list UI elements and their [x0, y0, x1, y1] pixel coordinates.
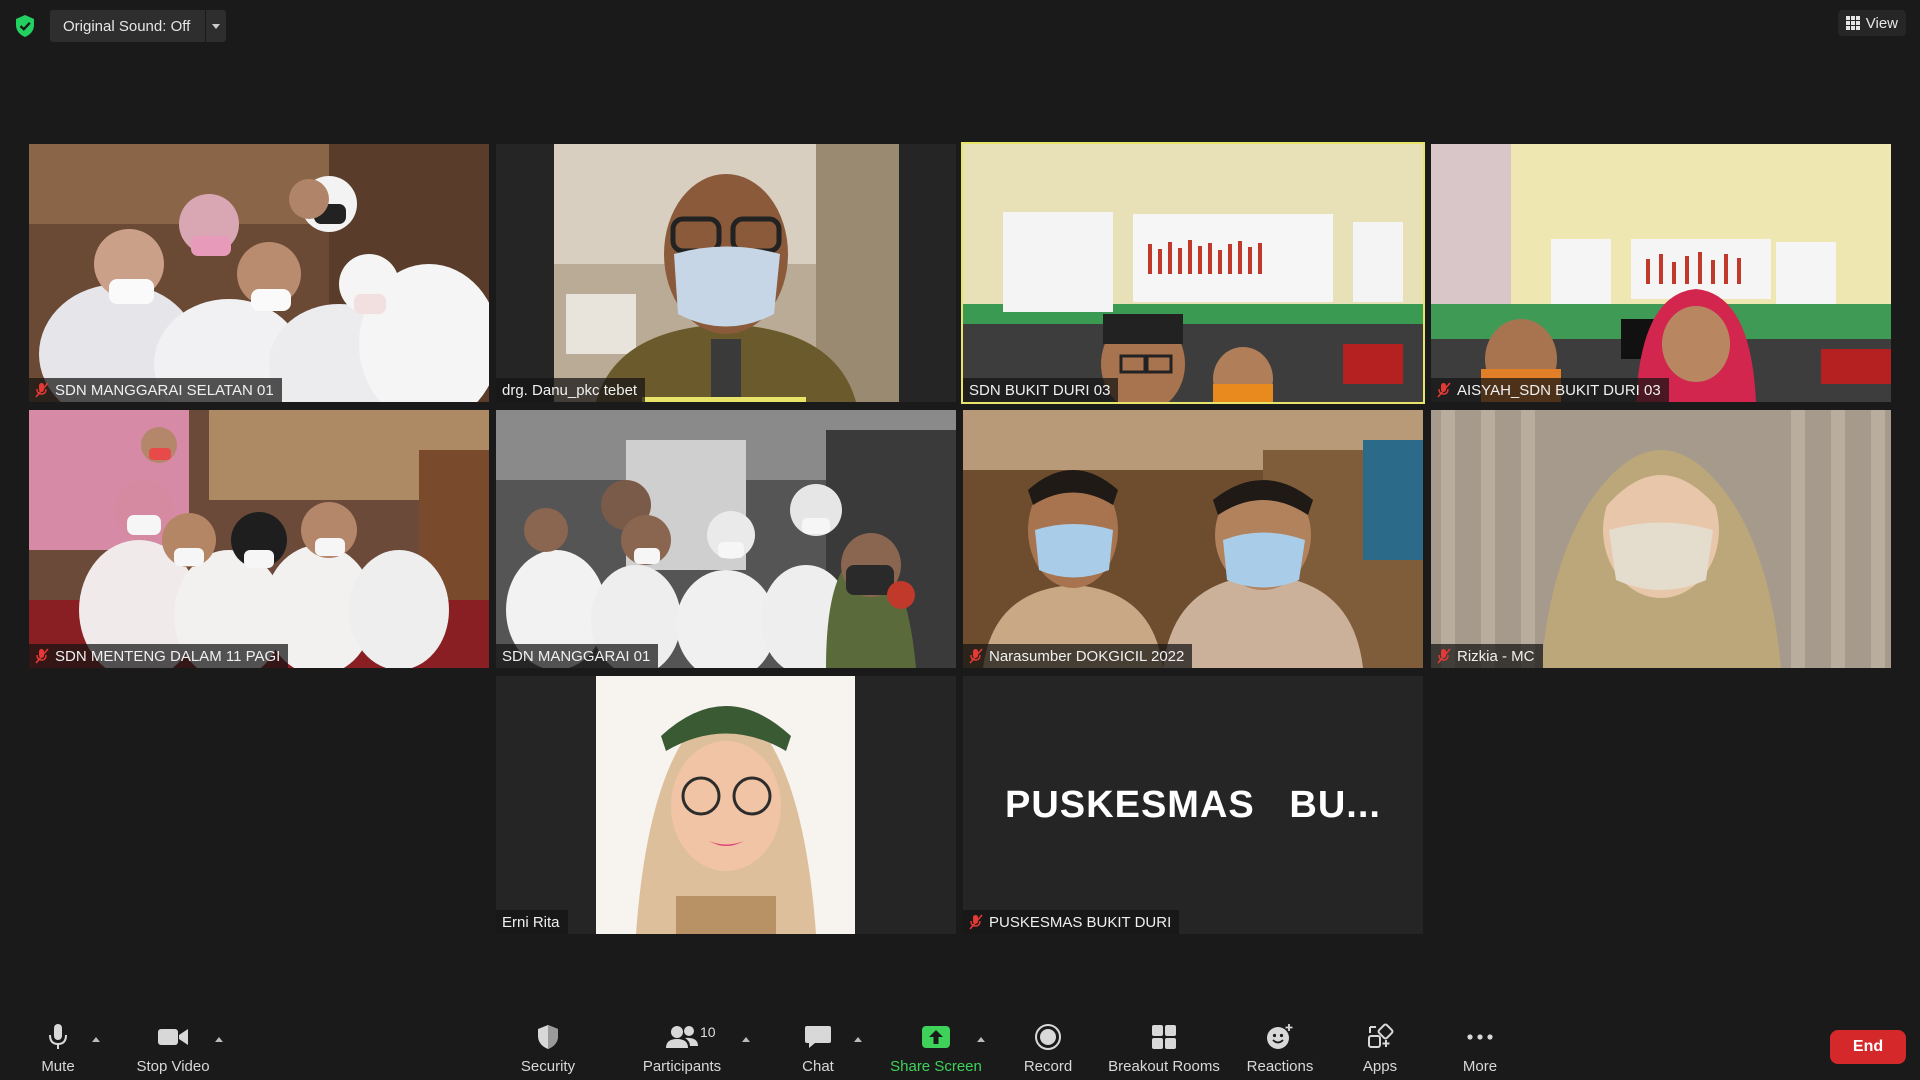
more-button[interactable]: More [1456, 1022, 1504, 1078]
video-camera-icon [157, 1022, 189, 1052]
original-sound-label: Original Sound: Off [63, 17, 191, 35]
share-screen-button[interactable]: Share Screen [888, 1022, 984, 1078]
stop-video-label: Stop Video [136, 1058, 210, 1075]
video-tile-active-speaker[interactable]: SDN BUKIT DURI 03 [961, 142, 1425, 404]
more-dots-icon [1466, 1022, 1494, 1052]
apps-icon [1366, 1022, 1394, 1052]
view-label: View [1865, 14, 1898, 32]
audio-options-chevron-up-icon[interactable] [90, 1034, 102, 1044]
video-feed-image [496, 144, 956, 402]
shield-icon [536, 1022, 560, 1052]
video-feed-image [496, 410, 956, 668]
mic-muted-icon [35, 382, 49, 398]
participant-nametag: Narasumber DOKGICIL 2022 [963, 644, 1193, 668]
mic-muted-icon [35, 648, 49, 664]
share-screen-label: Share Screen [890, 1058, 982, 1075]
participant-name: drg. Danu_pkc tebet [502, 381, 638, 399]
participant-name: SDN MANGGARAI 01 [502, 647, 651, 665]
security-button[interactable]: Security [516, 1022, 580, 1078]
original-sound-button[interactable]: Original Sound: Off [50, 10, 226, 42]
video-feed-image [29, 144, 489, 402]
reactions-button[interactable]: Reactions [1244, 1022, 1316, 1078]
participant-nametag: Rizkia - MC [1431, 644, 1543, 668]
end-meeting-button[interactable]: End [1830, 1030, 1906, 1064]
video-tile[interactable]: Erni Rita [496, 676, 956, 934]
participant-nametag: SDN MANGGARAI SELATAN 01 [29, 378, 282, 402]
participant-nametag: drg. Danu_pkc tebet [496, 378, 646, 402]
breakout-rooms-icon [1150, 1022, 1178, 1052]
participant-nametag: SDN BUKIT DURI 03 [963, 378, 1119, 402]
record-button[interactable]: Record [1018, 1022, 1078, 1078]
video-tile[interactable]: Narasumber DOKGICIL 2022 [963, 410, 1423, 668]
video-tile[interactable]: AISYAH_SDN BUKIT DURI 03 [1431, 144, 1891, 402]
grid-view-icon [1845, 16, 1860, 30]
video-feed-image [963, 144, 1423, 402]
record-label: Record [1023, 1058, 1073, 1075]
video-feed-image [29, 410, 489, 668]
participant-name: SDN MANGGARAI SELATAN 01 [55, 381, 274, 399]
mute-button[interactable]: Mute [36, 1022, 80, 1078]
participant-name: Erni Rita [502, 913, 560, 931]
mic-muted-icon [969, 914, 983, 930]
mic-muted-icon [1437, 382, 1451, 398]
video-feed-image [1431, 410, 1891, 668]
top-bar: Original Sound: Off View [0, 0, 1920, 52]
participants-count: 10 [700, 1024, 716, 1040]
chat-chevron-up-icon[interactable] [852, 1034, 864, 1044]
audio-level-bar [642, 397, 806, 402]
record-icon [1034, 1022, 1062, 1052]
chat-bubble-icon [804, 1022, 832, 1052]
mute-label: Mute [41, 1058, 75, 1075]
participant-name: SDN MENTENG DALAM 11 PAGI [55, 647, 281, 665]
video-tile[interactable]: Rizkia - MC [1431, 410, 1891, 668]
participant-nametag: SDN MANGGARAI 01 [496, 644, 659, 668]
participants-label: Participants [642, 1058, 722, 1075]
breakout-rooms-button[interactable]: Breakout Rooms [1104, 1022, 1224, 1078]
participant-name: SDN BUKIT DURI 03 [969, 381, 1111, 399]
participant-name: Narasumber DOKGICIL 2022 [989, 647, 1185, 665]
breakout-rooms-label: Breakout Rooms [1108, 1058, 1220, 1075]
video-tile[interactable]: SDN MENTENG DALAM 11 PAGI [29, 410, 489, 668]
participants-chevron-up-icon[interactable] [740, 1034, 752, 1044]
stop-video-button[interactable]: Stop Video [133, 1022, 213, 1078]
reactions-label: Reactions [1246, 1058, 1314, 1075]
video-feed-image [1431, 144, 1891, 402]
shield-check-icon[interactable] [14, 14, 36, 38]
participants-icon [665, 1022, 699, 1052]
video-feed-image [963, 410, 1423, 668]
participant-nametag: Erni Rita [496, 910, 568, 934]
participant-name: Rizkia - MC [1457, 647, 1535, 665]
video-tile[interactable]: PUSKESMAS BU... PUSKESMAS BUKIT DURI [963, 676, 1423, 934]
chat-label: Chat [802, 1058, 834, 1075]
video-tile[interactable]: SDN MANGGARAI 01 [496, 410, 956, 668]
video-options-chevron-up-icon[interactable] [213, 1034, 225, 1044]
end-label: End [1852, 1038, 1884, 1055]
microphone-icon [47, 1022, 69, 1052]
participant-nametag: SDN MENTENG DALAM 11 PAGI [29, 644, 289, 668]
participant-name: AISYAH_SDN BUKIT DURI 03 [1457, 381, 1661, 399]
share-screen-chevron-up-icon[interactable] [975, 1034, 987, 1044]
participant-display-name: PUSKESMAS BU... [1005, 783, 1381, 826]
chevron-down-icon[interactable] [205, 10, 226, 42]
video-tile[interactable]: SDN MANGGARAI SELATAN 01 [29, 144, 489, 402]
share-screen-icon [921, 1022, 951, 1052]
more-label: More [1462, 1058, 1498, 1075]
security-label: Security [520, 1058, 576, 1075]
participant-nametag: AISYAH_SDN BUKIT DURI 03 [1431, 378, 1669, 402]
profile-photo [496, 676, 956, 934]
video-tile[interactable]: drg. Danu_pkc tebet [496, 144, 956, 402]
mic-muted-icon [1437, 648, 1451, 664]
smiley-icon [1265, 1022, 1295, 1052]
view-button[interactable]: View [1837, 10, 1906, 36]
apps-label: Apps [1362, 1058, 1398, 1075]
participant-name: PUSKESMAS BUKIT DURI [989, 913, 1172, 931]
chat-button[interactable]: Chat [796, 1022, 840, 1078]
mic-muted-icon [969, 648, 983, 664]
participant-nametag: PUSKESMAS BUKIT DURI [963, 910, 1180, 934]
meeting-toolbar: Mute Stop Video Security Participants 10… [0, 1014, 1920, 1080]
apps-button[interactable]: Apps [1356, 1022, 1404, 1078]
